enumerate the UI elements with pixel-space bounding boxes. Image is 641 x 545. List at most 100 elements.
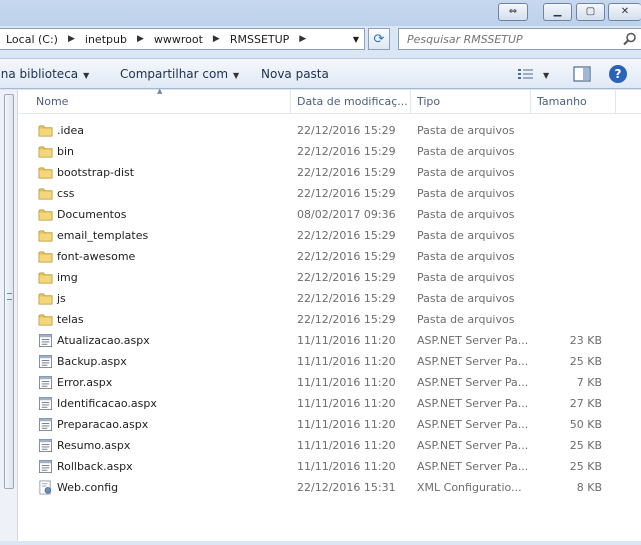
file-modified-date: 22/12/2016 15:29 (297, 166, 396, 179)
file-type: Pasta de arquivos (417, 271, 515, 284)
file-list-pane: ▲ Nome Data de modificaç... Tipo Tamanho… (0, 87, 641, 545)
config-file-icon (39, 480, 52, 495)
file-row[interactable]: Web.config 22/12/2016 15:31 XML Configurat… (0, 477, 641, 498)
preview-pane-icon[interactable] (573, 66, 591, 82)
file-name: Identificacao.aspx (57, 397, 157, 410)
column-header-row: ▲ Nome Data de modificaç... Tipo Tamanho (18, 87, 641, 114)
file-name: .idea (57, 124, 85, 137)
column-divider[interactable] (615, 90, 616, 114)
file-type: ASP.NET Server Pa... (417, 418, 529, 431)
restore-button[interactable]: ⇔ (498, 3, 528, 21)
file-type: Pasta de arquivos (417, 313, 515, 326)
file-name: css (57, 187, 75, 200)
file-name: Documentos (57, 208, 127, 221)
address-row: Local (C:) ▶ inetpub ▶ wwwroot ▶ RMSSETU… (0, 26, 641, 54)
breadcrumb-wwwroot[interactable]: wwwroot (150, 33, 207, 46)
restore-icon: ⇔ (508, 6, 518, 17)
maximize-button[interactable]: ▢ (576, 3, 605, 21)
file-size: 8 KB (576, 481, 602, 494)
breadcrumb-rmssetup[interactable]: RMSSETUP (226, 33, 293, 46)
search-box[interactable] (398, 28, 641, 50)
file-row[interactable]: telas 22/12/2016 15:29 Pasta de arquivos (0, 309, 641, 330)
file-name: font-awesome (57, 250, 136, 263)
file-row[interactable]: Identificacao.aspx 11/11/2016 11:20 ASP.NE… (0, 393, 641, 414)
search-input[interactable] (407, 32, 617, 46)
file-row[interactable]: Resumo.aspx 11/11/2016 11:20 ASP.NET Serve… (0, 435, 641, 456)
file-row[interactable]: Preparacao.aspx 11/11/2016 11:20 ASP.NET S… (0, 414, 641, 435)
aspx-file-icon (38, 333, 53, 348)
share-with-label: Compartilhar com (120, 67, 229, 81)
column-header-size[interactable]: Tamanho (537, 95, 587, 108)
file-name: Web.config (57, 481, 119, 494)
file-modified-date: 22/12/2016 15:29 (297, 271, 396, 284)
file-type: Pasta de arquivos (417, 250, 515, 263)
close-button[interactable]: ✕ (608, 3, 641, 21)
folder-icon (38, 230, 53, 242)
minimize-button[interactable]: ▁ (543, 3, 572, 21)
file-name: Preparacao.aspx (57, 418, 149, 431)
folder-icon (38, 146, 53, 158)
column-divider[interactable] (530, 90, 531, 114)
file-name: Resumo.aspx (57, 439, 131, 452)
file-size: 25 KB (569, 439, 602, 452)
file-row[interactable]: css 22/12/2016 15:29 Pasta de arquivos (0, 183, 641, 204)
column-header-name[interactable]: Nome (36, 95, 68, 108)
file-row[interactable]: email_templates 22/12/2016 15:29 Pasta de … (0, 225, 641, 246)
file-name: email_templates (57, 229, 149, 242)
change-view-button[interactable]: ▼ (517, 67, 557, 83)
help-button[interactable]: ? (609, 65, 627, 83)
help-icon: ? (614, 67, 622, 81)
file-size: 23 KB (569, 334, 602, 347)
file-size: 50 KB (569, 418, 602, 431)
file-row[interactable]: bin 22/12/2016 15:29 Pasta de arquivos (0, 141, 641, 162)
file-row[interactable]: Documentos 08/02/2017 09:36 Pasta de arqui… (0, 204, 641, 225)
file-name: Atualizacao.aspx (57, 334, 150, 347)
column-divider[interactable] (410, 90, 411, 114)
aspx-file-icon (38, 375, 53, 390)
file-modified-date: 08/02/2017 09:36 (297, 208, 396, 221)
folder-icon (38, 125, 53, 137)
file-row[interactable]: font-awesome 22/12/2016 15:29 Pasta de arq… (0, 246, 641, 267)
maximize-icon: ▢ (585, 6, 596, 17)
file-row[interactable]: Error.aspx 11/11/2016 11:20 ASP.NET Server… (0, 372, 641, 393)
column-divider[interactable] (290, 90, 291, 114)
search-icon[interactable] (623, 32, 637, 46)
file-row[interactable]: Backup.aspx 11/11/2016 11:20 ASP.NET Serve… (0, 351, 641, 372)
breadcrumb-local-disk[interactable]: Local (C:) (2, 33, 62, 46)
file-modified-date: 22/12/2016 15:31 (297, 481, 396, 494)
file-row[interactable]: js 22/12/2016 15:29 Pasta de arquivos (0, 288, 641, 309)
address-history-dropdown[interactable]: ▼ (348, 29, 364, 49)
column-header-date[interactable]: Data de modificaç... (297, 95, 408, 108)
file-modified-date: 11/11/2016 11:20 (297, 334, 396, 347)
breadcrumb-arrow-icon[interactable]: ▶ (62, 34, 81, 44)
breadcrumb-arrow-icon[interactable]: ▶ (293, 34, 312, 44)
file-row[interactable]: bootstrap-dist 22/12/2016 15:29 Pasta de a… (0, 162, 641, 183)
breadcrumb-arrow-icon[interactable]: ▶ (207, 34, 226, 44)
include-in-library-button[interactable]: r na biblioteca ▼ (0, 67, 89, 81)
share-with-button[interactable]: Compartilhar com ▼ (120, 67, 239, 81)
file-type: Pasta de arquivos (417, 166, 515, 179)
include-in-library-label: r na biblioteca (0, 67, 79, 81)
folder-icon (38, 293, 53, 305)
file-row[interactable]: Atualizacao.aspx 11/11/2016 11:20 ASP.NET … (0, 330, 641, 351)
file-row[interactable]: Rollback.aspx 11/11/2016 11:20 ASP.NET Ser… (0, 456, 641, 477)
folder-icon (38, 188, 53, 200)
breadcrumb-arrow-icon[interactable]: ▶ (131, 34, 150, 44)
file-modified-date: 22/12/2016 15:29 (297, 292, 396, 305)
address-bar[interactable]: Local (C:) ▶ inetpub ▶ wwwroot ▶ RMSSETU… (0, 28, 365, 50)
column-header-type[interactable]: Tipo (417, 95, 440, 108)
file-type: ASP.NET Server Pa... (417, 376, 529, 389)
file-modified-date: 11/11/2016 11:20 (297, 376, 396, 389)
folder-icon (38, 272, 53, 284)
file-name: telas (57, 313, 84, 326)
file-type: ASP.NET Server Pa... (417, 397, 529, 410)
file-row[interactable]: img 22/12/2016 15:29 Pasta de arquivos (0, 267, 641, 288)
new-folder-button[interactable]: Nova pasta (261, 67, 329, 81)
breadcrumb-inetpub[interactable]: inetpub (81, 33, 131, 46)
refresh-button[interactable]: ⟳ (368, 28, 390, 50)
aspx-file-icon (38, 354, 53, 369)
file-row[interactable]: .idea 22/12/2016 15:29 Pasta de arquivos (0, 120, 641, 141)
file-modified-date: 22/12/2016 15:29 (297, 229, 396, 242)
file-type: Pasta de arquivos (417, 229, 515, 242)
file-size: 27 KB (569, 397, 602, 410)
